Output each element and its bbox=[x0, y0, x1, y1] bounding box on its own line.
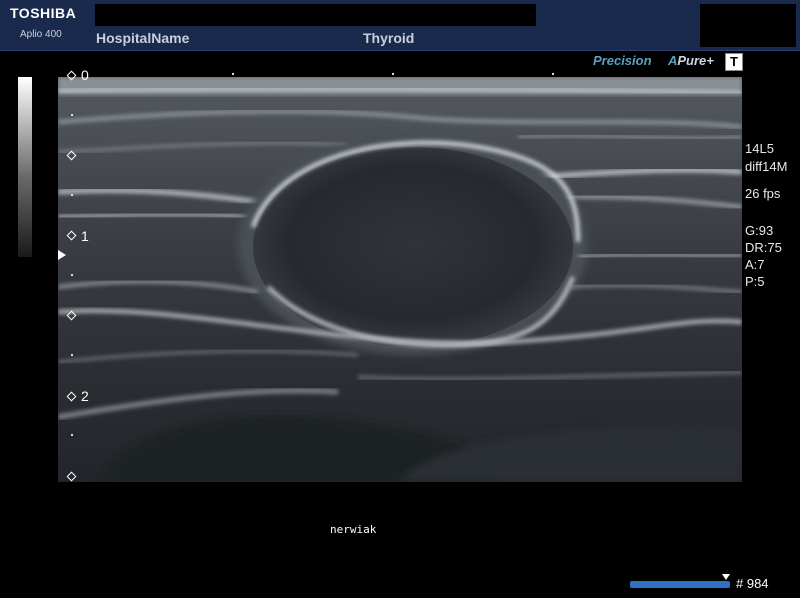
depth-label-1: 1 bbox=[81, 228, 89, 244]
apure-label: APure+ bbox=[668, 53, 714, 68]
model-name: Aplio 400 bbox=[20, 29, 62, 40]
mode-label: diff14M bbox=[745, 159, 788, 174]
cine-progress-bar[interactable] bbox=[630, 581, 730, 588]
ultrasound-image bbox=[58, 77, 742, 482]
lateral-tick bbox=[552, 73, 554, 75]
apure-a: A bbox=[668, 53, 678, 68]
precision-label: Precision bbox=[593, 53, 652, 68]
a-param-label: A:7 bbox=[745, 257, 765, 272]
t-indicator: T bbox=[725, 53, 743, 71]
frame-number: # 984 bbox=[736, 576, 769, 591]
redacted-patient-info bbox=[95, 4, 536, 26]
depth-tick bbox=[71, 114, 73, 116]
depth-label-2: 2 bbox=[81, 388, 89, 404]
header-divider bbox=[0, 50, 800, 51]
depth-tick bbox=[71, 434, 73, 436]
depth-label-0: 0 bbox=[81, 67, 89, 83]
annotation-text: nerwiak bbox=[330, 523, 377, 536]
fps-label: 26 fps bbox=[745, 186, 781, 201]
depth-tick bbox=[71, 354, 73, 356]
redacted-date-info bbox=[700, 4, 796, 47]
apure-rest: Pure+ bbox=[677, 53, 714, 68]
hospital-name: HospitalName bbox=[96, 30, 190, 46]
header-bar: TOSHIBA Aplio 400 HospitalName Thyroid bbox=[0, 0, 800, 50]
dynamic-range-label: DR:75 bbox=[745, 240, 782, 255]
greyscale-bar bbox=[18, 77, 32, 257]
p-param-label: P:5 bbox=[745, 274, 765, 289]
cine-marker-icon[interactable] bbox=[722, 574, 730, 580]
lateral-tick bbox=[392, 73, 394, 75]
focus-marker-icon bbox=[58, 250, 66, 260]
lateral-tick bbox=[232, 73, 234, 75]
depth-tick bbox=[71, 274, 73, 276]
gain-label: G:93 bbox=[745, 223, 774, 238]
probe-label: 14L5 bbox=[745, 141, 774, 156]
ultrasound-drawing bbox=[58, 77, 742, 482]
exam-preset: Thyroid bbox=[363, 30, 415, 46]
depth-tick bbox=[71, 194, 73, 196]
brand-logo: TOSHIBA bbox=[10, 5, 77, 21]
